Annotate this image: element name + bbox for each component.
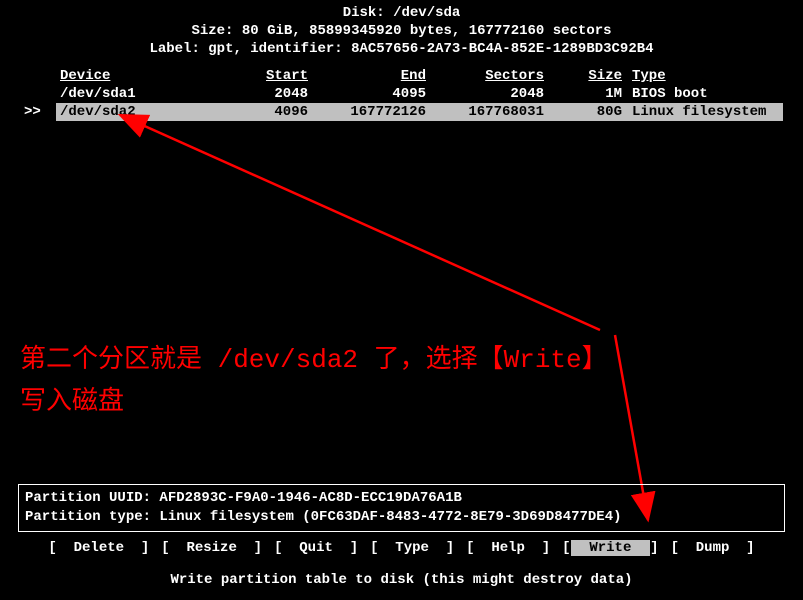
menu-delete[interactable]: [ Delete ] [48, 540, 149, 556]
row-selector [20, 85, 56, 103]
table-row[interactable]: /dev/sda12048409520481MBIOS boot [20, 85, 783, 103]
cell-start: 4096 [204, 103, 312, 121]
menu-write[interactable]: [ Write ] [562, 540, 658, 556]
menu-type[interactable]: [ Type ] [370, 540, 454, 556]
col-type: Type [626, 67, 783, 85]
cell-type: BIOS boot [626, 85, 783, 103]
cell-type: Linux filesystem [626, 103, 783, 121]
table-header-row: Device Start End Sectors Size Type [20, 67, 783, 85]
disk-header: Disk: /dev/sda Size: 80 GiB, 85899345920… [0, 0, 803, 59]
cell-device: /dev/sda2 [56, 103, 204, 121]
action-menu: [ Delete ] [ Resize ] [ Quit ] [ Type ] [ He… [0, 540, 803, 556]
cell-sectors: 167768031 [430, 103, 548, 121]
row-selector: >> [20, 103, 56, 121]
partition-type: Partition type: Linux filesystem (0FC63D… [25, 508, 778, 527]
cell-sectors: 2048 [430, 85, 548, 103]
partition-uuid: Partition UUID: AFD2893C-F9A0-1946-AC8D-… [25, 489, 778, 508]
annotation-text: 第二个分区就是 /dev/sda2 了，选择【Write】 写入磁盘 [20, 340, 608, 423]
size-line: Size: 80 GiB, 85899345920 bytes, 1677721… [0, 22, 803, 40]
menu-dump[interactable]: [ Dump ] [671, 540, 755, 556]
cell-size: 80G [548, 103, 626, 121]
col-start: Start [204, 67, 312, 85]
cell-end: 4095 [312, 85, 430, 103]
menu-quit[interactable]: [ Quit ] [274, 540, 358, 556]
disk-line: Disk: /dev/sda [0, 4, 803, 22]
col-sectors: Sectors [430, 67, 548, 85]
table-row[interactable]: >>/dev/sda2409616777212616776803180GLinu… [20, 103, 783, 121]
partition-info-box: Partition UUID: AFD2893C-F9A0-1946-AC8D-… [18, 484, 785, 532]
cell-device: /dev/sda1 [56, 85, 204, 103]
col-end: End [312, 67, 430, 85]
menu-help[interactable]: [ Help ] [466, 540, 550, 556]
cell-start: 2048 [204, 85, 312, 103]
col-device: Device [56, 67, 204, 85]
menu-resize[interactable]: [ Resize ] [161, 540, 262, 556]
label-line: Label: gpt, identifier: 8AC57656-2A73-BC… [0, 40, 803, 58]
col-size: Size [548, 67, 626, 85]
partition-table: Device Start End Sectors Size Type /dev/… [0, 67, 803, 121]
cell-end: 167772126 [312, 103, 430, 121]
footer-hint: Write partition table to disk (this migh… [0, 572, 803, 588]
cell-size: 1M [548, 85, 626, 103]
